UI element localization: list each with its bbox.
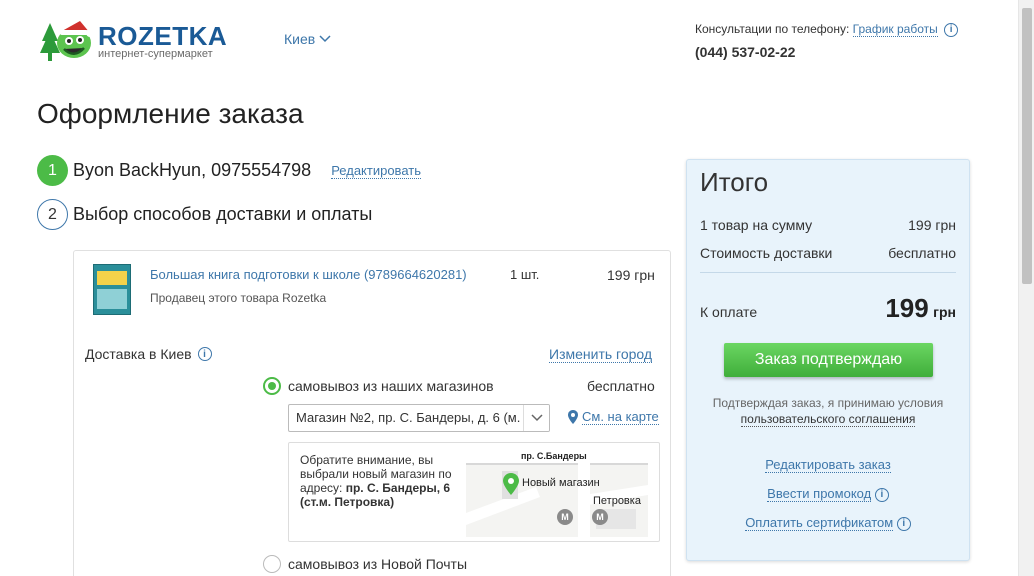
delivery-option-label: самовывоз из наших магазинов bbox=[288, 378, 494, 394]
city-label: Киев bbox=[284, 31, 316, 47]
chevron-down-icon bbox=[523, 405, 549, 431]
step-label: Выбор способов доставки и оплаты bbox=[73, 204, 373, 224]
edit-order-link[interactable]: Редактировать заказ bbox=[687, 457, 969, 473]
info-icon[interactable]: i bbox=[944, 22, 959, 37]
page-title: Оформление заказа bbox=[37, 98, 304, 129]
promo-code-label: Ввести промокод bbox=[767, 486, 872, 502]
delivery-option-price: бесплатно bbox=[587, 378, 655, 394]
schedule-link[interactable]: График работы bbox=[852, 22, 938, 37]
summary-divider bbox=[700, 272, 956, 273]
terms-notice: Подтверждая заказ, я принимаю условия по… bbox=[707, 395, 949, 427]
page-scrollbar[interactable] bbox=[1018, 0, 1034, 576]
summary-title: Итого bbox=[700, 167, 769, 197]
pay-amount: 199 bbox=[885, 293, 929, 323]
store-notice: Обратите внимание, вы выбрали новый мага… bbox=[288, 442, 660, 542]
delivery-city-label: Доставка в Киев i bbox=[85, 346, 212, 362]
info-icon[interactable]: i bbox=[197, 347, 212, 361]
store-mini-map[interactable]: пр. С.Бандеры Новый магазин Петровка М М bbox=[466, 449, 648, 537]
summary-delivery-value: бесплатно bbox=[888, 245, 956, 261]
map-street-label: пр. С.Бандеры bbox=[521, 451, 587, 461]
confirm-order-button[interactable]: Заказ подтверждаю bbox=[724, 343, 933, 377]
summary-items-value: 199 грн bbox=[908, 217, 956, 233]
rozetka-logo[interactable]: ROZETKA интернет-супермаркет bbox=[40, 17, 240, 65]
notice-text: Обратите внимание, вы выбрали новый мага… bbox=[300, 453, 460, 509]
pay-currency: грн bbox=[933, 304, 956, 320]
step-number: 1 bbox=[37, 155, 68, 186]
delivery-option-label: самовывоз из Новой Почты bbox=[288, 556, 468, 572]
info-icon[interactable]: i bbox=[896, 516, 911, 531]
summary-delivery-row: Стоимость доставки бесплатно bbox=[700, 245, 956, 261]
change-city-link[interactable]: Изменить город bbox=[549, 346, 653, 363]
city-selector[interactable]: Киев bbox=[284, 31, 331, 47]
order-details: Большая книга подготовки к школе (978966… bbox=[73, 250, 671, 576]
scrollbar-thumb[interactable] bbox=[1022, 8, 1032, 284]
store-select-value: Магазин №2, пр. С. Бандеры, д. 6 (м. Пет… bbox=[296, 410, 549, 425]
metro-icon: М bbox=[592, 509, 608, 525]
product-image[interactable] bbox=[93, 264, 131, 315]
step-number: 2 bbox=[37, 199, 68, 230]
delivery-label-text: Доставка в Киев bbox=[85, 346, 192, 362]
delivery-option-store[interactable]: самовывоз из наших магазинов bbox=[263, 377, 494, 395]
order-summary: Итого 1 товар на сумму 199 грн Стоимость… bbox=[686, 159, 970, 561]
pay-label: К оплате bbox=[700, 304, 758, 320]
map-store-label: Новый магазин bbox=[522, 477, 600, 489]
phone-consultation: Консультации по телефону: График работы … bbox=[695, 22, 959, 37]
phone-label: Консультации по телефону: bbox=[695, 22, 850, 36]
step-label: Byon BackHyun, 0975554798 bbox=[73, 160, 312, 180]
edit-order-label: Редактировать заказ bbox=[765, 457, 891, 473]
summary-items-label: 1 товар на сумму bbox=[700, 217, 813, 233]
info-icon[interactable]: i bbox=[874, 487, 889, 502]
pay-total: 199 грн bbox=[885, 293, 956, 324]
terms-link[interactable]: пользовательского соглашения bbox=[740, 412, 916, 427]
product-price: 199 грн bbox=[607, 267, 655, 283]
phone-number: (044) 537-02-22 bbox=[695, 44, 796, 60]
chevron-down-icon bbox=[319, 35, 331, 43]
certificate-link[interactable]: Оплатить сертификатом i bbox=[687, 515, 969, 531]
map-link-label: См. на карте bbox=[582, 409, 659, 425]
store-select[interactable]: Магазин №2, пр. С. Бандеры, д. 6 (м. Пет… bbox=[288, 404, 550, 432]
terms-text: Подтверждая заказ, я принимаю условия bbox=[712, 396, 944, 410]
logo-tagline: интернет-супермаркет bbox=[98, 48, 213, 60]
product-seller: Продавец этого товара Rozetka bbox=[150, 291, 327, 305]
show-on-map-link[interactable]: См. на карте bbox=[568, 409, 659, 425]
radio-selected[interactable] bbox=[263, 377, 281, 395]
map-metro-label: Петровка bbox=[593, 495, 641, 507]
delivery-option-nova-poshta[interactable]: самовывоз из Новой Почты bbox=[263, 555, 467, 573]
map-pin-icon bbox=[568, 410, 578, 424]
step-contact: 1 Byon BackHyun, 0975554798 Редактироват… bbox=[37, 155, 421, 186]
logo-mascot-icon bbox=[40, 21, 94, 61]
summary-items-row: 1 товар на сумму 199 грн bbox=[700, 217, 956, 233]
edit-contact-link[interactable]: Редактировать bbox=[331, 163, 421, 179]
product-name-link[interactable]: Большая книга подготовки к школе (978966… bbox=[150, 267, 467, 282]
step-delivery: 2 Выбор способов доставки и оплаты bbox=[37, 199, 372, 230]
metro-icon: М bbox=[557, 509, 573, 525]
map-marker-icon bbox=[503, 473, 519, 495]
certificate-label: Оплатить сертификатом bbox=[745, 515, 894, 531]
promo-code-link[interactable]: Ввести промокод i bbox=[687, 486, 969, 502]
product-quantity: 1 шт. bbox=[510, 267, 540, 282]
summary-delivery-label: Стоимость доставки bbox=[700, 245, 833, 261]
radio-unselected[interactable] bbox=[263, 555, 281, 573]
